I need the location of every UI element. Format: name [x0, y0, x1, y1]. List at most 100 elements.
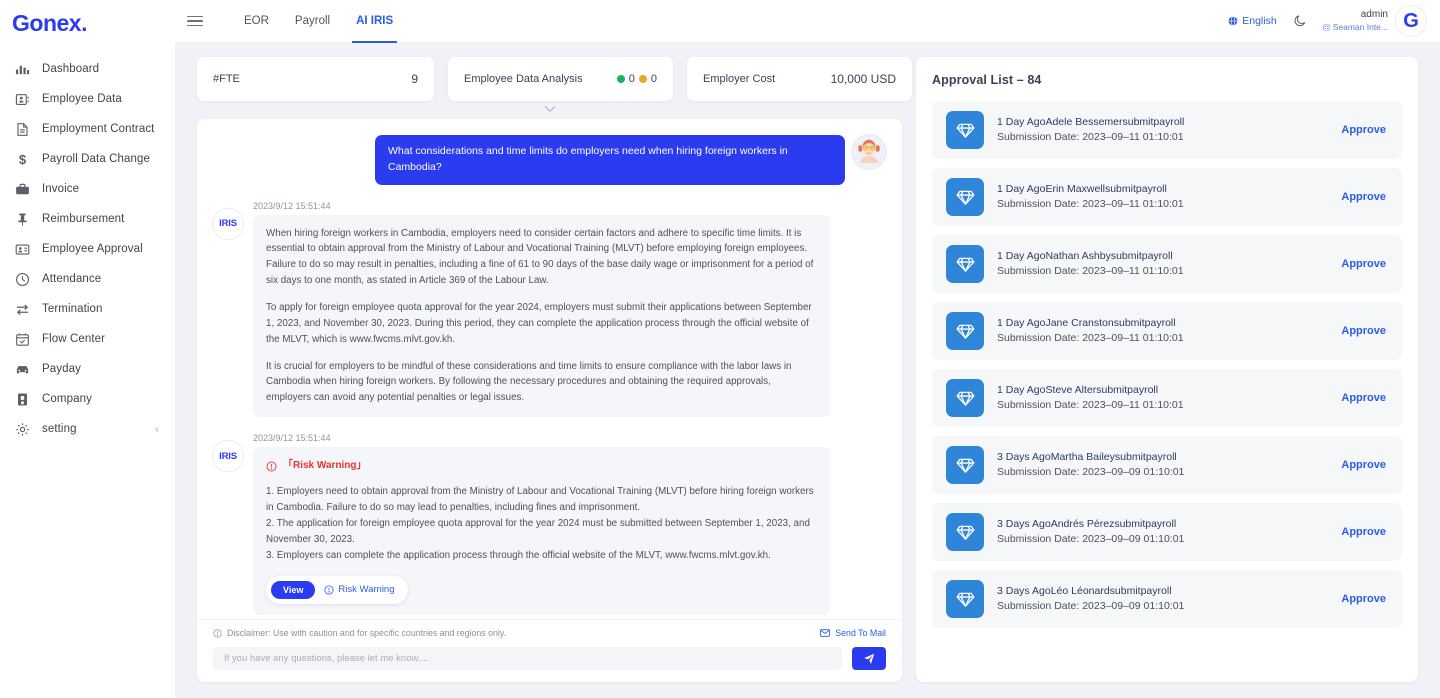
chat-panel: What considerations and time limits do e… [197, 119, 902, 682]
metric-card-fte[interactable]: #FTE 9 [197, 57, 434, 101]
approve-button[interactable]: Approve [1341, 526, 1386, 538]
approval-row[interactable]: 3 Days AgoLéo Léonardsubmitpayroll Submis… [932, 570, 1402, 628]
send-icon [864, 653, 875, 664]
approval-texts: 1 Day AgoNathan Ashbysubmitpayroll Submis… [997, 249, 1318, 279]
sidebar-item-label: Termination [42, 303, 103, 315]
sidebar-item-employment-contract[interactable]: Employment Contract [0, 114, 175, 144]
metric-cards: #FTE 9 Employee Data Analysis 0 0 Employ… [197, 57, 912, 101]
pin-icon [14, 211, 30, 227]
language-selector[interactable]: English [1228, 15, 1277, 27]
employer-cost-value: 10,000 USD [830, 72, 896, 86]
sidebar-item-dashboard[interactable]: Dashboard [0, 54, 175, 84]
metric-card-employee-data-analysis[interactable]: Employee Data Analysis 0 0 [448, 57, 673, 101]
eda-green-count: 0 [628, 73, 635, 85]
main-area: EOR Payroll AI IRIS English admin Seaman… [175, 0, 1440, 698]
approval-date-text: Submission Date: 2023–09–11 01:10:01 [997, 265, 1184, 277]
eda-amber-count: 0 [650, 73, 657, 85]
gear-icon [14, 421, 30, 437]
gem-icon [946, 379, 984, 417]
sidebar-item-label: Company [42, 393, 92, 405]
fte-value: 9 [411, 72, 418, 86]
disclaimer-row: Disclaimer: Use with caution and for spe… [213, 628, 886, 638]
building-icon [14, 391, 30, 407]
id-card-icon [14, 91, 30, 107]
approval-title-text: 1 Day AgoErin Maxwellsubmitpayroll [997, 183, 1167, 196]
eda-label: Employee Data Analysis [464, 73, 583, 85]
metric-card-employer-cost[interactable]: Employer Cost 10,000 USD [687, 57, 912, 101]
gem-icon [946, 312, 984, 350]
sidebar-item-flow-center[interactable]: Flow Center [0, 324, 175, 354]
approve-button[interactable]: Approve [1341, 124, 1386, 136]
approval-date-text: Submission Date: 2023–09–11 01:10:01 [997, 399, 1184, 411]
sidebar-item-label: Attendance [42, 273, 102, 285]
approval-row[interactable]: 3 Days AgoAndrés Pérezsubmitpayroll Submi… [932, 503, 1402, 561]
approval-title-text: 3 Days AgoLéo Léonardsubmitpayroll [997, 585, 1172, 598]
answer-timestamp: 2023/9/12 15:51:44 [253, 200, 331, 211]
document-icon [14, 121, 30, 137]
approval-row[interactable]: 1 Day AgoNathan Ashbysubmitpayroll Submis… [932, 235, 1402, 293]
approval-title-text: 3 Days AgoMartha Baileysubmitpayroll [997, 451, 1177, 464]
answer-bubble: When hiring foreign workers in Cambodia,… [253, 214, 830, 418]
sidebar-item-setting[interactable]: setting ‹ [0, 414, 175, 444]
sidebar-item-employee-data[interactable]: Employee Data [0, 84, 175, 114]
chat-input[interactable] [213, 647, 842, 670]
approve-button[interactable]: Approve [1341, 325, 1386, 337]
right-column: Approval List – 84 1 Day AgoAdele Bessem… [916, 57, 1418, 682]
sidebar-item-employee-approval[interactable]: Employee Approval [0, 234, 175, 264]
sidebar-item-company[interactable]: Company [0, 384, 175, 414]
menu-toggle-icon[interactable] [187, 15, 203, 27]
approval-texts: 1 Day AgoJane Cranstonsubmitpayroll Submi… [997, 316, 1318, 346]
sidebar-item-label: Flow Center [42, 333, 106, 345]
approval-date-text: Submission Date: 2023–09–11 01:10:01 [997, 131, 1184, 143]
sidebar-item-payroll-data-change[interactable]: $ Payroll Data Change [0, 144, 175, 174]
tab-ai-iris[interactable]: AI IRIS [352, 0, 398, 43]
iris-avatar: IRIS [213, 208, 243, 239]
tab-payroll[interactable]: Payroll [295, 0, 330, 43]
sidebar-item-attendance[interactable]: Attendance [0, 264, 175, 294]
sidebar-item-termination[interactable]: Termination [0, 294, 175, 324]
disclaimer: Disclaimer: Use with caution and for spe… [213, 628, 506, 638]
approval-title-text: 1 Day AgoJane Cranstonsubmitpayroll [997, 317, 1176, 330]
clock-icon [14, 271, 30, 287]
dark-mode-toggle[interactable] [1293, 14, 1307, 28]
gem-icon [946, 446, 984, 484]
send-button[interactable] [852, 647, 886, 670]
send-to-mail-button[interactable]: Send To Mail [820, 628, 886, 638]
approve-button[interactable]: Approve [1341, 459, 1386, 471]
sidebar: Gonex. Dashboard Employee Data Employment … [0, 0, 175, 698]
approval-row[interactable]: 1 Day AgoJane Cranstonsubmitpayroll Submi… [932, 302, 1402, 360]
tab-eor[interactable]: EOR [244, 0, 269, 43]
user-org-label: Seaman Inte... [1332, 21, 1388, 32]
approval-row[interactable]: 1 Day AgoSteve Altersubmitpayroll Submiss… [932, 369, 1402, 427]
ai-risk-body: 2023/9/12 15:51:44 「Risk Warning」 1. Emp… [253, 433, 886, 615]
person-headphones-icon [852, 135, 886, 169]
approval-row[interactable]: 1 Day AgoAdele Bessemersubmitpayroll Subm… [932, 101, 1402, 159]
approve-button[interactable]: Approve [1341, 258, 1386, 270]
approval-row[interactable]: 1 Day AgoErin Maxwellsubmitpayroll Submis… [932, 168, 1402, 226]
brand-logo[interactable]: Gonex. [0, 0, 175, 46]
chat-message-user: What considerations and time limits do e… [213, 135, 886, 185]
status-dot-amber [638, 75, 647, 83]
sidebar-item-reimbursement[interactable]: Reimbursement [0, 204, 175, 234]
sidebar-item-label: Dashboard [42, 63, 100, 75]
risk-warning-link[interactable]: Risk Warning [324, 582, 395, 597]
eda-counts: 0 0 [616, 73, 657, 85]
collapse-metrics-button[interactable] [197, 102, 902, 116]
chat-scroll-area[interactable]: What considerations and time limits do e… [197, 119, 902, 619]
view-button[interactable]: View [271, 580, 316, 599]
approve-button[interactable]: Approve [1341, 593, 1386, 605]
approve-button[interactable]: Approve [1341, 392, 1386, 404]
approve-button[interactable]: Approve [1341, 191, 1386, 203]
risk-warning-title-text: 「Risk Warning」 [283, 460, 367, 472]
sidebar-collapse-icon[interactable]: ‹ [156, 424, 159, 435]
approval-row[interactable]: 3 Days AgoMartha Baileysubmitpayroll Subm… [932, 436, 1402, 494]
sidebar-item-payday[interactable]: Payday [0, 354, 175, 384]
sidebar-item-invoice[interactable]: Invoice [0, 174, 175, 204]
topbar-right: English admin Seaman Inte... G [1228, 6, 1426, 36]
gem-icon [946, 111, 984, 149]
user-menu[interactable]: admin Seaman Inte... G [1323, 6, 1426, 36]
briefcase-icon [14, 181, 30, 197]
avatar[interactable]: G [1396, 6, 1426, 36]
chat-message-ai-answer: IRIS 2023/9/12 15:51:44 When hiring fore… [213, 201, 886, 418]
iris-avatar-risk: IRIS [213, 441, 243, 472]
